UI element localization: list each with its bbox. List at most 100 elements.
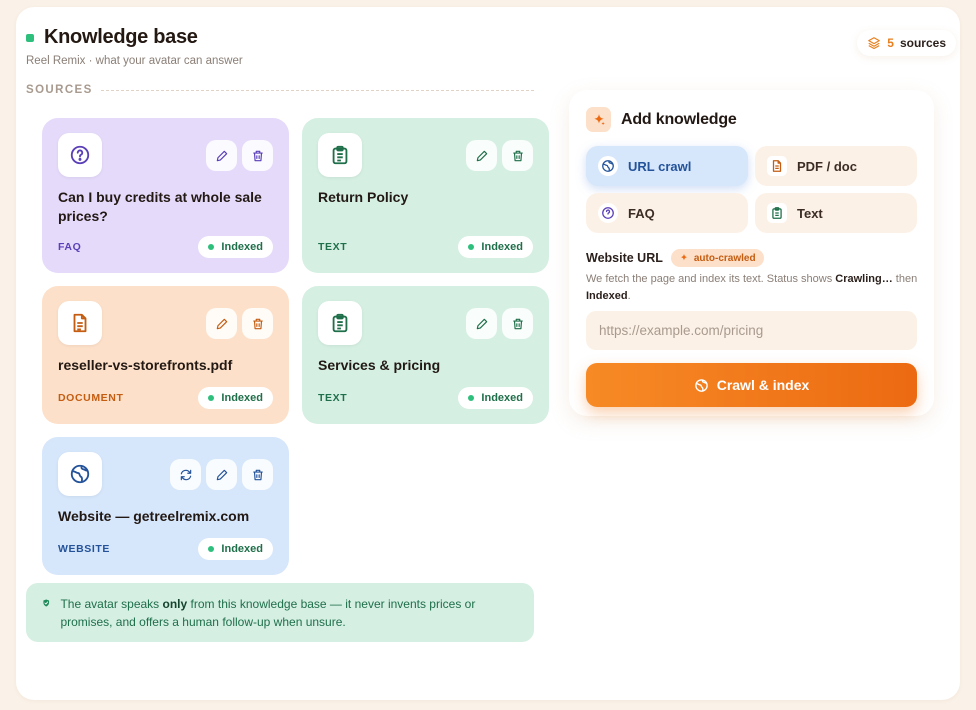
card-type: TEXT <box>318 392 348 404</box>
status-dot <box>208 546 215 552</box>
option-icon-box <box>598 156 618 176</box>
spark-icon-box <box>586 107 611 132</box>
pencil-icon <box>476 318 487 329</box>
crawl-index-button[interactable]: Crawl & index <box>586 363 917 407</box>
trash-icon <box>252 469 263 480</box>
card-type: FAQ <box>58 241 82 253</box>
status-dot <box>208 395 215 401</box>
source-card-faq[interactable]: Can I buy credits at whole sale prices? … <box>42 118 289 273</box>
page-subtitle: Reel Remix · what your avatar can answer <box>26 55 243 67</box>
clipboard-icon <box>332 313 348 333</box>
option-icon-box <box>767 156 787 176</box>
help-status-crawling: Crawling… <box>835 273 893 285</box>
delete-button[interactable] <box>242 459 273 490</box>
edit-button[interactable] <box>206 308 237 339</box>
sparkle-icon <box>593 113 605 125</box>
status-badge: Indexed <box>458 236 533 258</box>
card-type: TEXT <box>318 241 348 253</box>
status-text: Indexed <box>481 241 523 253</box>
header: Knowledge base Reel Remix · what your av… <box>26 26 243 67</box>
trash-icon <box>252 318 263 329</box>
help-text-part: We fetch the page and index its text. St… <box>586 273 836 285</box>
crawl-button-label: Crawl & index <box>716 377 810 393</box>
refresh-button[interactable] <box>170 459 201 490</box>
option-pdf-doc[interactable]: PDF / doc <box>755 146 917 186</box>
card-type: DOCUMENT <box>58 392 124 404</box>
delete-button[interactable] <box>242 140 273 171</box>
option-text[interactable]: Text <box>755 193 917 233</box>
status-text: Indexed <box>221 543 263 555</box>
option-icon-box <box>598 203 618 223</box>
trash-icon <box>512 318 523 329</box>
question-circle-icon <box>70 145 90 165</box>
card-type: WEBSITE <box>58 543 111 555</box>
card-title: Can I buy credits at whole sale prices? <box>58 189 262 224</box>
help-text-part: . <box>627 290 631 302</box>
layers-icon <box>868 37 881 50</box>
status-dot <box>468 244 475 250</box>
source-count: 5 <box>887 36 894 50</box>
notice-text-start: The avatar speaks <box>60 597 163 611</box>
delete-button[interactable] <box>242 308 273 339</box>
globe-icon <box>694 378 708 392</box>
notice-text: The avatar speaks only from this knowled… <box>60 595 518 642</box>
status-dot <box>468 395 475 401</box>
question-circle-icon <box>602 207 614 219</box>
status-dot <box>26 33 34 42</box>
section-divider <box>100 89 534 91</box>
edit-button[interactable] <box>466 140 497 171</box>
option-icon-box <box>767 203 787 223</box>
edit-button[interactable] <box>206 140 237 171</box>
status-badge: Indexed <box>198 236 273 258</box>
source-card-services-pricing[interactable]: Services & pricing TEXT Indexed <box>302 286 549 424</box>
add-knowledge-header: Add knowledge <box>586 107 737 132</box>
help-status-indexed: Indexed <box>586 290 628 302</box>
card-title: Services & pricing <box>318 357 441 373</box>
edit-button[interactable] <box>206 459 237 490</box>
clipboard-icon <box>772 207 782 219</box>
sparkle-icon <box>680 253 688 261</box>
card-icon-box <box>318 133 362 177</box>
add-knowledge-panel: Add knowledge URL crawl PDF / doc FAQ Te… <box>569 90 934 416</box>
option-label: PDF / doc <box>797 158 857 174</box>
status-text: Indexed <box>221 241 263 253</box>
status-badge: Indexed <box>198 387 273 409</box>
pencil-icon <box>216 150 227 161</box>
card-title: reseller-vs-storefronts.pdf <box>58 357 233 373</box>
delete-button[interactable] <box>502 308 533 339</box>
card-icon-box <box>58 301 102 345</box>
status-text: Indexed <box>221 392 263 404</box>
card-icon-box <box>58 452 102 496</box>
card-icon-box <box>58 133 102 177</box>
option-faq[interactable]: FAQ <box>586 193 748 233</box>
source-count-chip: 5 sources <box>857 30 956 56</box>
status-text: Indexed <box>481 392 523 404</box>
auto-crawled-chip: auto-crawled <box>670 249 764 267</box>
source-card-website[interactable]: Website — getreelremix.com WEBSITE Index… <box>42 437 289 575</box>
source-count-label: sources <box>899 36 946 50</box>
status-badge: Indexed <box>458 387 533 409</box>
option-url-crawl[interactable]: URL crawl <box>586 146 748 186</box>
shield-check-icon <box>43 599 50 607</box>
help-text-part: then <box>892 273 918 285</box>
option-label: URL crawl <box>628 158 692 174</box>
document-icon <box>73 313 87 333</box>
url-field-label: Website URL <box>586 251 663 265</box>
card-title: Return Policy <box>318 189 409 205</box>
option-label: Text <box>797 205 823 221</box>
website-url-input[interactable] <box>586 311 917 350</box>
source-card-return-policy[interactable]: Return Policy TEXT Indexed <box>302 118 549 273</box>
sources-section-header: SOURCES <box>26 84 534 96</box>
grounding-notice: The avatar speaks only from this knowled… <box>26 583 534 642</box>
globe-icon <box>602 160 614 172</box>
delete-button[interactable] <box>502 140 533 171</box>
pencil-icon <box>216 318 227 329</box>
auto-crawled-text: auto-crawled <box>693 252 756 264</box>
trash-icon <box>252 150 263 161</box>
edit-button[interactable] <box>466 308 497 339</box>
clipboard-icon <box>332 145 348 165</box>
card-icon-box <box>318 301 362 345</box>
url-help-text: We fetch the page and index its text. St… <box>586 271 921 305</box>
source-card-document[interactable]: reseller-vs-storefronts.pdf DOCUMENT Ind… <box>42 286 289 424</box>
option-label: FAQ <box>628 205 655 221</box>
